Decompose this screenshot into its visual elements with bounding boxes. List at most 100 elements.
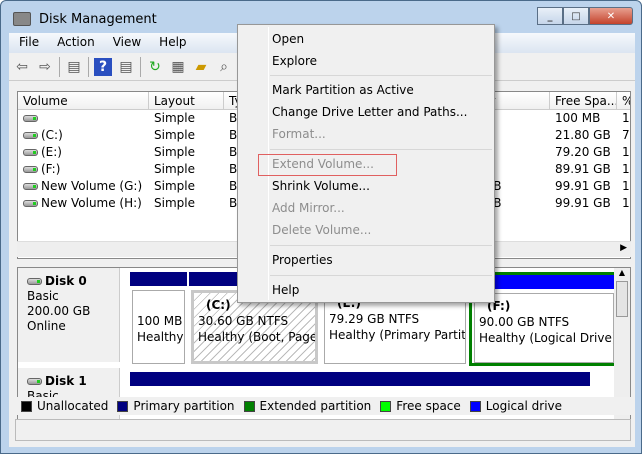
cell-pct[interactable]: 10 xyxy=(617,179,630,196)
cell-text: 99.91 GB xyxy=(555,179,611,193)
disk-name: Disk 1 xyxy=(45,374,87,388)
action-pane-icon[interactable]: ▤ xyxy=(117,58,135,76)
partition-status: Healthy xyxy=(137,330,184,344)
menu-item-delete-volume[interactable]: Delete Volume... xyxy=(272,219,371,241)
col-percent-free[interactable]: % xyxy=(617,92,630,110)
cell-volume[interactable]: (E:) xyxy=(18,145,149,162)
cell-text: Simple xyxy=(154,128,195,142)
menu-item-change-drive-letter-and-paths[interactable]: Change Drive Letter and Paths... xyxy=(272,101,467,123)
console-tree-icon[interactable]: ▤ xyxy=(65,58,83,76)
menu-item-add-mirror[interactable]: Add Mirror... xyxy=(272,197,345,219)
menu-item-format[interactable]: Format... xyxy=(272,123,326,145)
close-button[interactable]: ✕ xyxy=(589,7,633,25)
menu-view[interactable]: View xyxy=(103,33,149,53)
legend-swatch xyxy=(21,400,32,412)
volume-icon xyxy=(23,166,38,173)
volume-icon xyxy=(23,200,38,207)
refresh-icon[interactable]: ↻ xyxy=(146,58,164,76)
forward-icon[interactable]: ⇨ xyxy=(36,58,54,76)
cell-text: 10 xyxy=(622,145,630,159)
cell-text: 10 xyxy=(622,162,630,176)
window-title: Disk Management xyxy=(39,12,157,27)
menu-item-properties[interactable]: Properties xyxy=(272,249,333,271)
volume-icon xyxy=(23,183,38,190)
menu-item-extend-volume[interactable]: Extend Volume... xyxy=(272,153,374,175)
menu-item-explore[interactable]: Explore xyxy=(272,50,317,72)
cell-text: (C:) xyxy=(41,128,63,142)
cell-free[interactable]: 99.91 GB xyxy=(550,196,617,213)
menu-item-open[interactable]: Open xyxy=(272,28,304,50)
menu-item-mark-partition-as-active[interactable]: Mark Partition as Active xyxy=(272,79,414,101)
cell-text: 99.91 GB xyxy=(555,196,611,210)
legend-label: Logical drive xyxy=(485,399,563,413)
cell-text: 10 xyxy=(622,179,630,193)
legend-label: Unallocated xyxy=(37,399,109,413)
open-icon[interactable]: ▰ xyxy=(192,58,210,76)
menu-item-shrink-volume[interactable]: Shrink Volume... xyxy=(272,175,370,197)
volume-icon xyxy=(23,149,38,156)
maximize-button[interactable]: □ xyxy=(563,7,589,25)
legend-swatch xyxy=(243,400,255,412)
cell-free[interactable]: 79.20 GB xyxy=(550,145,617,162)
menu-help[interactable]: Help xyxy=(149,33,194,53)
cell-free[interactable]: 99.91 GB xyxy=(550,179,617,196)
col-layout[interactable]: Layout xyxy=(149,92,224,110)
cell-volume[interactable]: New Volume (G:) xyxy=(18,179,149,196)
minimize-button[interactable]: _ xyxy=(537,7,563,25)
cell-text: (E:) xyxy=(41,145,62,159)
cell-pct[interactable]: 10 xyxy=(617,196,630,213)
disk-management-icon xyxy=(13,12,31,26)
cell-pct[interactable]: 10 xyxy=(617,111,630,128)
cell-free[interactable]: 100 MB xyxy=(550,111,617,128)
cell-text: New Volume (G:) xyxy=(41,179,143,193)
cell-layout[interactable]: Simple xyxy=(149,145,224,162)
legend: Unallocated Primary partition Extended par… xyxy=(17,397,631,415)
cell-pct[interactable]: 10 xyxy=(617,145,630,162)
legend-swatch xyxy=(380,400,392,412)
context-menu: Open Explore Mark Partition as Active Chang… xyxy=(237,24,495,303)
cell-volume[interactable]: (C:) xyxy=(18,128,149,145)
cell-layout[interactable]: Simple xyxy=(149,196,224,213)
legend-swatch xyxy=(469,400,481,412)
legend-label: Extended partition xyxy=(259,399,372,413)
cell-free[interactable]: 89.91 GB xyxy=(550,162,617,179)
properties-icon[interactable]: ▦ xyxy=(169,58,187,76)
cell-layout[interactable]: Simple xyxy=(149,111,224,128)
cell-text: 79.20 GB xyxy=(555,145,611,159)
disk-0-label[interactable]: Disk 0 Basic 200.00 GB Online xyxy=(18,268,120,362)
cell-text: Simple xyxy=(154,162,195,176)
cell-volume[interactable] xyxy=(18,111,149,128)
cell-volume[interactable]: (F:) xyxy=(18,162,149,179)
partition-size: 30.60 GB NTFS xyxy=(198,314,289,328)
col-free-space[interactable]: Free Spa... xyxy=(550,92,617,110)
cell-layout[interactable]: Simple xyxy=(149,128,224,145)
cell-pct[interactable]: 71 xyxy=(617,128,630,145)
col-volume[interactable]: Volume xyxy=(18,92,149,110)
menu-item-help[interactable]: Help xyxy=(272,279,299,301)
explore-icon[interactable]: ⌕ xyxy=(215,58,233,76)
menu-file[interactable]: File xyxy=(9,33,47,53)
cell-text: Simple xyxy=(154,179,195,193)
disk-size: 200.00 GB xyxy=(27,304,91,318)
cell-layout[interactable]: Simple xyxy=(149,179,224,196)
partition-status: Healthy (Logical Drive) xyxy=(479,331,614,345)
cell-volume[interactable]: New Volume (H:) xyxy=(18,196,149,213)
partition-label: (F:) xyxy=(487,299,511,313)
cell-text: (F:) xyxy=(41,162,61,176)
partition-system-reserved[interactable]: 100 MB Healthy xyxy=(130,272,187,364)
cell-free[interactable]: 21.80 GB xyxy=(550,128,617,145)
partition-size: 79.29 GB NTFS xyxy=(329,312,420,326)
disk-type: Basic xyxy=(27,289,59,303)
partition-status: Healthy (Boot, Page Fi xyxy=(198,330,318,344)
disk-name: Disk 0 xyxy=(45,274,87,288)
cell-text: 10 xyxy=(622,196,630,210)
legend-label: Free space xyxy=(396,399,461,413)
disk-1-partition-bar[interactable] xyxy=(130,372,590,386)
menu-action[interactable]: Action xyxy=(47,33,103,53)
cell-text: 10 xyxy=(622,111,630,125)
cell-layout[interactable]: Simple xyxy=(149,162,224,179)
volume-icon xyxy=(23,132,38,139)
back-icon[interactable]: ⇦ xyxy=(13,58,31,76)
cell-pct[interactable]: 10 xyxy=(617,162,630,179)
help-icon[interactable]: ? xyxy=(94,57,112,76)
